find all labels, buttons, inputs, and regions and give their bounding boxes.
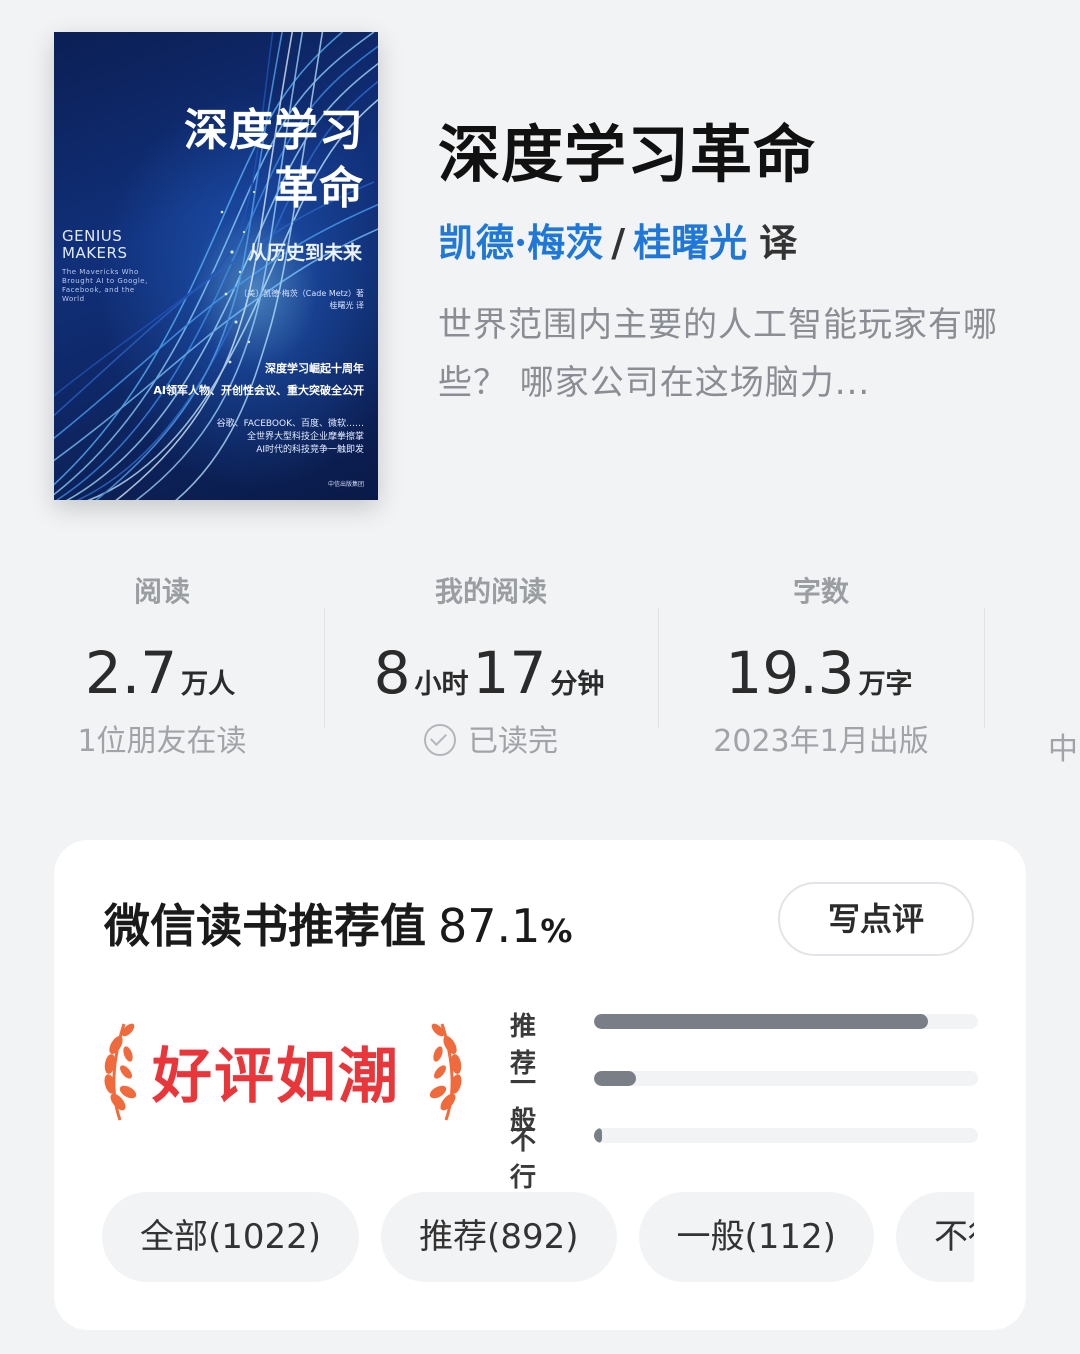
- acclaim-text: 好评如潮: [152, 1042, 400, 1112]
- check-circle-icon: [424, 724, 456, 756]
- rating-bar-track: [594, 1014, 978, 1029]
- cover-english-title: GENIUS MAKERS The Mavericks Who Brought …: [62, 227, 148, 304]
- author-line: 凯德·梅茨 / 桂曙光译: [438, 212, 797, 267]
- rating-bar-fill: [594, 1014, 929, 1029]
- filter-chip-bad[interactable]: 不行: [895, 1192, 974, 1282]
- stat-label: 我的阅读: [434, 575, 547, 608]
- book-title: 深度学习革命: [438, 118, 817, 191]
- stat-my-reading[interactable]: 我的阅读 8 小时17 分钟 已读完: [326, 570, 656, 764]
- stat-word-count[interactable]: 字数 19.3 万字 2023年1月出版: [656, 570, 986, 764]
- recommend-value: 87.1: [438, 899, 541, 953]
- stat-value: 8 小时17 分钟: [373, 639, 605, 707]
- cover-title: 深度学习 革命: [184, 105, 364, 214]
- stat-divider: [324, 608, 325, 728]
- review-filter-tabs: 全部(1022)推荐(892)一般(112)不行: [102, 1192, 974, 1284]
- stat-foot: 1位朋友在读: [77, 724, 247, 759]
- stat-label: 字数: [792, 575, 849, 608]
- write-review-button[interactable]: 写点评: [778, 882, 974, 956]
- cover-tagline: 深度学习崛起十周年 AI领军人物、开创性会议、重大突破全公开: [153, 362, 364, 397]
- acclaim-badge: 好评如潮: [98, 1020, 468, 1124]
- rating-bar-label: 不行: [510, 1126, 537, 1193]
- stat-divider: [984, 608, 985, 728]
- stat-foot-partial: 中: [1048, 732, 1078, 767]
- cover-publisher: 中信出版集团: [327, 481, 364, 488]
- cover-promo: 谷歌、FACEBOOK、百度、微软…… 全世界大型科技企业摩拳擦掌 AI时代的科…: [216, 419, 364, 455]
- translator-suffix: 译: [759, 220, 798, 265]
- stat-value: 2.7 万人: [84, 639, 236, 707]
- cover-subtitle: 从历史到未来: [247, 242, 362, 264]
- stat-foot: 已读完: [326, 720, 656, 764]
- rating-card: 微信读书推荐值 87.1% 写点评 好评如潮 推荐 一般 不行 全部(1022)…: [54, 840, 1026, 1330]
- rating-bar-track: [594, 1128, 978, 1143]
- book-cover[interactable]: 深度学习 革命 GENIUS MAKERS The Mavericks Who …: [54, 32, 378, 500]
- stat-value: 19.3 万字: [725, 639, 913, 707]
- cover-author: 〔美〕凯德·梅茨（Cade Metz）著 桂曙光 译: [239, 289, 364, 310]
- filter-chip-recommend[interactable]: 推荐(892): [381, 1192, 617, 1282]
- recommend-title: 微信读书推荐值 87.1%: [104, 899, 573, 953]
- stat-foot: 2023年1月出版: [713, 724, 929, 759]
- rating-bar-fill: [594, 1128, 602, 1143]
- author-separator: /: [611, 220, 626, 265]
- stat-label: 阅读: [133, 575, 190, 608]
- book-intro[interactable]: 世界范围内主要的人工智能玩家有哪些？ 哪家公司在这场脑力...: [438, 296, 998, 412]
- author-link[interactable]: 凯德·梅茨: [438, 220, 603, 265]
- rating-bar-fill: [594, 1071, 637, 1086]
- stat-readers[interactable]: 阅读 2.7 万人 1位朋友在读: [0, 570, 327, 764]
- translator-link[interactable]: 桂曙光: [633, 220, 747, 265]
- filter-chip-all[interactable]: 全部(1022): [102, 1192, 360, 1282]
- filter-chip-average[interactable]: 一般(112): [638, 1192, 874, 1282]
- rating-bar-track: [594, 1071, 978, 1086]
